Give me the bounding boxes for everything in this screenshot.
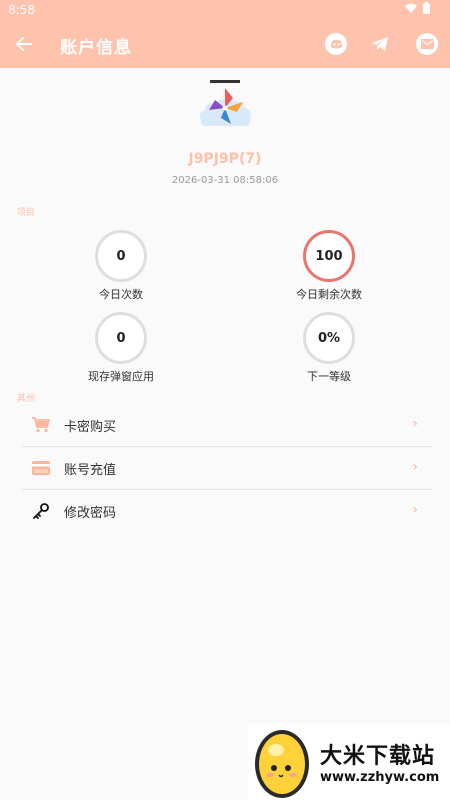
stat-value: 100	[303, 230, 355, 282]
chevron-right-icon: ›	[412, 416, 418, 432]
stat-label: 下一等级	[307, 370, 351, 383]
discord-button[interactable]	[324, 32, 348, 56]
status-bar: 8:58	[0, 0, 450, 20]
avatar[interactable]	[195, 80, 255, 135]
pinwheel-cloud-avatar	[199, 80, 251, 127]
stat-next-level: 0% 下一等级	[269, 312, 389, 384]
menu-item-label: 卡密购买	[64, 419, 117, 435]
app-bar: 账户信息	[0, 20, 450, 68]
stat-value: 0	[95, 312, 147, 364]
chevron-right-icon: ›	[412, 459, 418, 475]
key-icon	[30, 500, 52, 522]
menu-item-change-password[interactable]: 修改密码 ›	[22, 490, 432, 532]
menu-item-card-purchase[interactable]: 卡密购买 ›	[22, 404, 432, 446]
menu-item-label: 账号充值	[64, 462, 117, 478]
egg-mascot-logo	[255, 730, 309, 798]
stat-label: 今日次数	[99, 288, 143, 301]
username: J9PJ9P(7)	[188, 151, 262, 167]
watermark-badge: 大米下载站 www.zzhyw.com	[248, 724, 450, 800]
section-label-other: 其他	[17, 394, 36, 404]
discord-icon	[325, 33, 347, 55]
back-button[interactable]	[12, 32, 36, 56]
stat-popup-apps: 0 现存弹窗应用	[61, 312, 181, 384]
arrow-left-icon	[16, 37, 32, 51]
mail-icon	[416, 33, 438, 55]
stat-label: 今日剩余次数	[296, 288, 362, 301]
wifi-icon	[405, 3, 417, 13]
stat-value: 0%	[303, 312, 355, 364]
telegram-button[interactable]	[368, 32, 392, 56]
telegram-icon	[372, 37, 388, 51]
menu-item-account-recharge[interactable]: 账号充值 ›	[22, 447, 432, 489]
stat-today-remaining: 100 今日剩余次数	[269, 230, 389, 302]
stat-today-count: 0 今日次数	[61, 230, 181, 302]
status-icons	[405, 2, 430, 14]
login-timestamp: 2026-03-31 08:58:06	[171, 175, 279, 186]
credit-card-icon	[30, 457, 52, 479]
stat-label: 现存弹窗应用	[88, 370, 154, 383]
watermark-url: www.zzhyw.com	[320, 770, 440, 785]
chevron-right-icon: ›	[412, 502, 418, 518]
watermark-title: 大米下载站	[320, 744, 436, 769]
page-title: 账户信息	[60, 38, 132, 58]
stat-value: 0	[95, 230, 147, 282]
mail-button[interactable]	[415, 32, 439, 56]
battery-icon	[423, 2, 430, 14]
section-label-items: 项目	[17, 208, 36, 218]
menu-item-label: 修改密码	[64, 505, 117, 521]
cart-icon	[30, 414, 52, 436]
status-time: 8:58	[8, 3, 35, 17]
